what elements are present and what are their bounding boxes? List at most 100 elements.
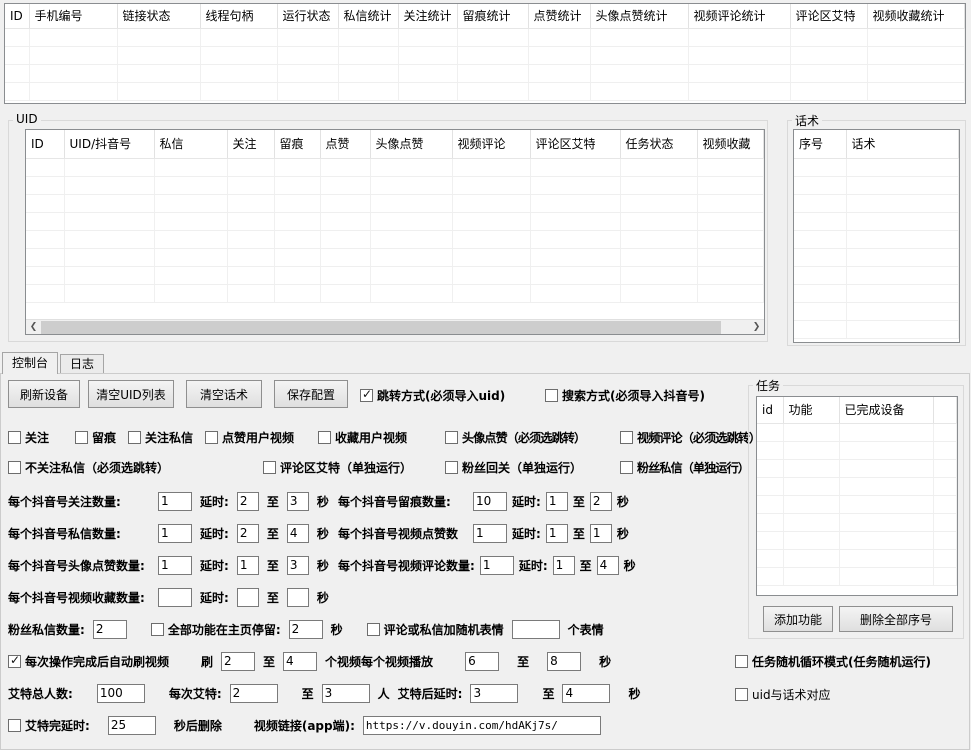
at-delay-from-input[interactable]: [470, 684, 518, 703]
feature-no-follow-dm-checkbox[interactable]: 不关注私信（必须选跳转）: [8, 459, 169, 475]
swipe-from-input[interactable]: [221, 652, 255, 671]
at-delete-checkbox[interactable]: 艾特完延时:: [8, 717, 90, 733]
video-comment-count-input[interactable]: [480, 556, 514, 575]
column-header[interactable]: 头像点赞统计: [590, 4, 688, 28]
column-header[interactable]: 线程句柄: [200, 4, 277, 28]
column-header[interactable]: 序号: [794, 130, 846, 158]
trace-delay-to-input[interactable]: [590, 492, 612, 511]
at-each-from-input[interactable]: [230, 684, 278, 703]
column-header[interactable]: id: [757, 397, 783, 423]
follow-count-input[interactable]: [158, 492, 192, 511]
column-header[interactable]: 点赞: [320, 130, 370, 158]
emoji-count-input[interactable]: [512, 620, 560, 639]
video-comment-delay-from-input[interactable]: [553, 556, 575, 575]
clear-scripts-button[interactable]: 清空话术: [186, 380, 262, 408]
video-like-delay-from-input[interactable]: [546, 524, 568, 543]
video-fav-delay-from-input[interactable]: [237, 588, 259, 607]
trace-delay-from-input[interactable]: [546, 492, 568, 511]
column-header[interactable]: 视频收藏: [697, 130, 764, 158]
auto-swipe-checkbox[interactable]: 每次操作完成后自动刷视频: [8, 653, 169, 669]
video-like-delay-to-input[interactable]: [590, 524, 612, 543]
fans-dm-count-input[interactable]: [93, 620, 127, 639]
video-link-input[interactable]: [363, 716, 601, 735]
feature-fans-follow-back-checkbox[interactable]: 粉丝回关（单独运行）: [445, 459, 582, 475]
column-header[interactable]: 留痕: [274, 130, 320, 158]
column-header[interactable]: ID: [5, 4, 29, 28]
at-total-input[interactable]: [97, 684, 145, 703]
swipe-to-input[interactable]: [283, 652, 317, 671]
task-table[interactable]: id 功能 已完成设备: [756, 396, 958, 596]
add-function-button[interactable]: 添加功能: [763, 606, 833, 632]
feature-fans-dm-checkbox[interactable]: 粉丝私信（单独运行）: [620, 459, 749, 475]
scroll-right-icon[interactable]: [749, 320, 764, 335]
column-header[interactable]: UID/抖音号: [64, 130, 154, 158]
column-header[interactable]: 视频评论统计: [688, 4, 790, 28]
at-each-to-input[interactable]: [322, 684, 370, 703]
random-emoji-checkbox[interactable]: 评论或私信加随机表情: [367, 621, 504, 637]
clear-uid-list-button[interactable]: 清空UID列表: [88, 380, 174, 408]
random-loop-mode-checkbox[interactable]: 任务随机循环模式(任务随机运行): [735, 653, 931, 669]
follow-delay-from-input[interactable]: [237, 492, 259, 511]
feature-follow-checkbox[interactable]: 关注: [8, 429, 49, 445]
jump-mode-checkbox[interactable]: 跳转方式(必须导入uid): [360, 387, 505, 403]
refresh-devices-button[interactable]: 刷新设备: [8, 380, 80, 408]
column-header[interactable]: 已完成设备: [839, 397, 933, 423]
uid-table[interactable]: ID UID/抖音号 私信 关注 留痕 点赞 头像点赞 视频评论 评论区艾特 任…: [25, 129, 765, 335]
follow-delay-to-input[interactable]: [287, 492, 309, 511]
uid-script-match-checkbox[interactable]: uid与话术对应: [735, 686, 831, 702]
dm-count-input[interactable]: [158, 524, 192, 543]
at-delay-to-input[interactable]: [562, 684, 610, 703]
column-header[interactable]: 点赞统计: [528, 4, 590, 28]
dm-delay-to-input[interactable]: [287, 524, 309, 543]
video-comment-delay-to-input[interactable]: [597, 556, 619, 575]
feature-like-user-video-checkbox[interactable]: 点赞用户视频: [205, 429, 294, 445]
column-header[interactable]: 留痕统计: [457, 4, 528, 28]
tab-log[interactable]: 日志: [60, 354, 104, 373]
play-to-input[interactable]: [547, 652, 581, 671]
device-table[interactable]: ID 手机编号 链接状态 线程句柄 运行状态 私信统计 关注统计 留痕统计 点赞…: [4, 3, 966, 104]
feature-comment-at-checkbox[interactable]: 评论区艾特（单独运行）: [263, 459, 412, 475]
feature-trace-checkbox[interactable]: 留痕: [75, 429, 116, 445]
video-fav-delay-to-input[interactable]: [287, 588, 309, 607]
column-header[interactable]: 功能: [783, 397, 839, 423]
save-config-button[interactable]: 保存配置: [274, 380, 348, 408]
tab-console[interactable]: 控制台: [2, 352, 58, 374]
dm-delay-from-input[interactable]: [237, 524, 259, 543]
at-delete-seconds-input[interactable]: [108, 716, 156, 735]
scroll-left-icon[interactable]: [26, 320, 41, 335]
column-header[interactable]: 私信: [154, 130, 227, 158]
column-header[interactable]: 关注统计: [398, 4, 457, 28]
column-header[interactable]: 手机编号: [29, 4, 117, 28]
trace-count-input[interactable]: [473, 492, 507, 511]
avatar-like-delay-from-input[interactable]: [237, 556, 259, 575]
feature-follow-dm-checkbox[interactable]: 关注私信: [128, 429, 193, 445]
feature-video-comment-checkbox[interactable]: 视频评论（必须选跳转）: [620, 429, 760, 445]
column-header[interactable]: 话术: [846, 130, 959, 158]
column-header[interactable]: 评论区艾特: [530, 130, 620, 158]
column-header[interactable]: 运行状态: [277, 4, 338, 28]
column-header[interactable]: 链接状态: [117, 4, 200, 28]
uid-table-hscrollbar[interactable]: [26, 319, 764, 334]
avatar-like-delay-to-input[interactable]: [287, 556, 309, 575]
column-header[interactable]: 关注: [227, 130, 274, 158]
search-mode-checkbox[interactable]: 搜索方式(必须导入抖音号): [545, 387, 705, 403]
device-table-header: ID 手机编号 链接状态 线程句柄 运行状态 私信统计 关注统计 留痕统计 点赞…: [5, 4, 965, 28]
column-header[interactable]: ID: [26, 130, 64, 158]
delete-all-tasks-button[interactable]: 删除全部序号: [839, 606, 953, 632]
stay-home-seconds-input[interactable]: [289, 620, 323, 639]
stay-home-checkbox[interactable]: 全部功能在主页停留:: [151, 621, 281, 637]
play-from-input[interactable]: [465, 652, 499, 671]
column-header[interactable]: 评论区艾特: [790, 4, 867, 28]
script-table[interactable]: 序号 话术: [793, 129, 960, 343]
column-header[interactable]: 私信统计: [338, 4, 398, 28]
column-header[interactable]: 任务状态: [620, 130, 697, 158]
feature-fav-user-video-checkbox[interactable]: 收藏用户视频: [318, 429, 407, 445]
column-header[interactable]: 视频收藏统计: [867, 4, 965, 28]
column-header[interactable]: 头像点赞: [370, 130, 452, 158]
video-fav-count-input[interactable]: [158, 588, 192, 607]
feature-avatar-like-checkbox[interactable]: 头像点赞（必须选跳转）: [445, 429, 585, 445]
scrollbar-thumb[interactable]: [41, 321, 721, 334]
video-like-count-input[interactable]: [473, 524, 507, 543]
avatar-like-count-input[interactable]: [158, 556, 192, 575]
column-header[interactable]: 视频评论: [452, 130, 530, 158]
